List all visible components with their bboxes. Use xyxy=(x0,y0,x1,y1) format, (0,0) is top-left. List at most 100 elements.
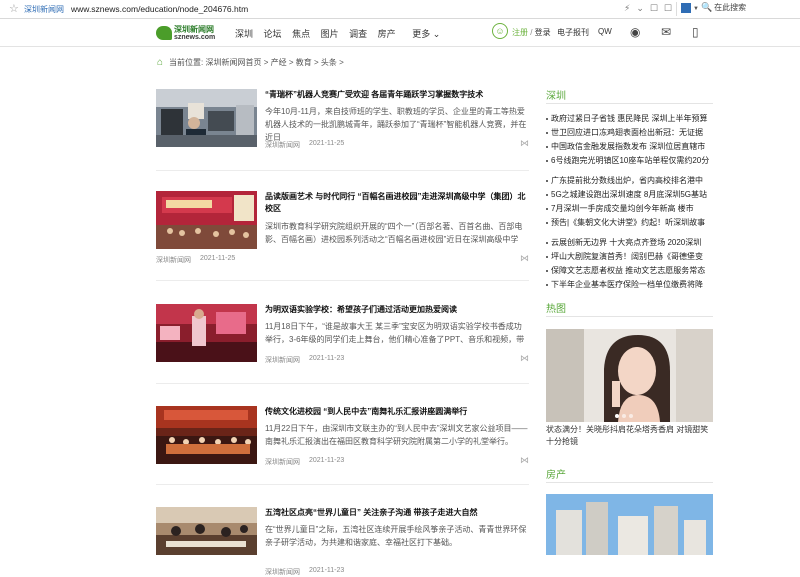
browser-search-box[interactable]: ▼ 🔍 在此搜索 xyxy=(676,2,794,16)
sidebar-shenzhen-header: 深圳 xyxy=(546,86,713,104)
search-engine-icon[interactable] xyxy=(681,3,691,14)
article-thumbnail[interactable] xyxy=(156,191,257,249)
art-exhibition-photo xyxy=(156,191,257,249)
celebrity-photo xyxy=(546,329,713,422)
sidebar-news-item[interactable]: 5G之城建设跑出深圳速度 8月底深圳5G基站 xyxy=(546,188,713,202)
favorite-star-icon[interactable]: ☆ xyxy=(9,3,19,15)
article-item[interactable]: “青瑞杯”机器人竞赛广受欢迎 各届青年踊跃学习掌握数字技术 今年10月-11月，… xyxy=(156,89,529,159)
article-thumbnail[interactable] xyxy=(156,406,257,464)
article-source: 深圳新闻网 xyxy=(265,142,300,149)
sidebar-news-item[interactable]: 广东提前批分数线出炉，省内高校排名港中 xyxy=(546,174,713,188)
chevron-down-icon[interactable]: ▼ xyxy=(693,6,699,12)
carousel-dot[interactable] xyxy=(622,414,626,418)
sidebar-news-item[interactable]: 7月深圳一手房成交量均创今年新高 楼市 xyxy=(546,202,713,216)
article-title[interactable]: 传统文化进校园 “到人民中去”南舞礼乐汇报讲座圆满举行 xyxy=(265,406,529,418)
logo-mark-icon xyxy=(156,26,172,40)
sidebar-hot-header: 热图 xyxy=(546,299,713,317)
article-item[interactable]: 传统文化进校园 “到人民中去”南舞礼乐汇报讲座圆满举行 11月22日下午，由深圳… xyxy=(156,406,529,470)
site-header: 深圳新闻网 sznews.com 深圳 论坛 焦点 图片 调查 房产 更多 ⌄ … xyxy=(0,19,800,47)
article-title[interactable]: 为明双语实验学校：希望孩子们通过活动更加热爱阅读 xyxy=(265,304,529,316)
nav-more-menu[interactable]: 更多 ⌄ xyxy=(412,29,440,39)
carousel-dots[interactable] xyxy=(615,410,636,420)
sidebar-section-title[interactable]: 深圳 xyxy=(546,87,566,102)
nav-item-pictures[interactable]: 图片 xyxy=(321,29,339,39)
url-field[interactable]: www.sznews.com/education/node_204676.htm xyxy=(71,4,248,14)
children-activity-photo xyxy=(156,507,257,555)
share-icon[interactable]: ⋈ xyxy=(520,353,529,364)
article-source: 深圳新闻网 xyxy=(265,459,300,466)
article-item[interactable]: 为明双语实验学校：希望孩子们通过活动更加热爱阅读 11月18日下午，“谁是故事大… xyxy=(156,304,529,370)
sidebar-news-item[interactable]: 政府过紧日子省钱 惠民降民 深圳上半年预算 xyxy=(546,112,713,126)
article-date: 2021-11-23 xyxy=(309,457,345,464)
article-title[interactable]: 品读版画艺术 与时代同行 “百幅名画进校园”走进深圳高级中学（集团）北校区 xyxy=(265,191,529,215)
search-icon[interactable]: 🔍 xyxy=(701,2,712,12)
sidebar-news-item[interactable]: 预告|《集朝文化大讲堂》约起！听深圳故事 xyxy=(546,216,713,230)
site-logo[interactable]: 深圳新闻网 sznews.com xyxy=(156,24,216,44)
divider xyxy=(156,383,529,384)
carousel-dot[interactable] xyxy=(615,414,619,418)
breadcrumb-text[interactable]: 当前位置: 深圳新闻网首页 > 产经 > 教育 > 头条 > xyxy=(169,58,344,67)
article-date: 2021-11-25 xyxy=(200,255,236,262)
share-icon[interactable]: ⋈ xyxy=(520,253,529,264)
performance-photo xyxy=(156,406,257,464)
sidebar-news-list-3: 云展创新无边界 十大亮点齐登场 2020深圳 坪山大剧院复演首秀！阔别巴赫《哥德… xyxy=(546,236,713,292)
share-icon[interactable]: ⋈ xyxy=(520,455,529,466)
hot-photo[interactable] xyxy=(546,329,713,422)
article-summary: 深圳市教育科学研究院组织开展的“四个一”（百部名著、百首名曲、百部电影、百幅名画… xyxy=(265,222,523,244)
nav-item-survey[interactable]: 调查 xyxy=(349,29,367,39)
browser-action-icons[interactable]: ⚡⌄☐☐ xyxy=(624,3,678,14)
user-icon[interactable]: ☺ xyxy=(492,23,508,39)
article-title[interactable]: “青瑞杯”机器人竞赛广受欢迎 各届青年踊跃学习掌握数字技术 xyxy=(265,89,529,101)
sidebar-news-item[interactable]: 世卫回应进口冻鸡翅表面检出新冠：无证据 xyxy=(546,126,713,140)
wechat-icon[interactable]: ✉ xyxy=(661,25,671,39)
divider xyxy=(156,170,529,171)
article-source: 深圳新闻网 xyxy=(265,569,300,576)
article-date: 2021-11-25 xyxy=(309,140,345,147)
article-date: 2021-11-23 xyxy=(309,567,345,574)
sidebar-news-item[interactable]: 下半年企业基本医疗保险一档单位缴费将降 xyxy=(546,278,713,292)
login-separator: / xyxy=(528,28,535,37)
sidebar-news-item[interactable]: 坪山大剧院复演首秀！阔别巴赫《哥德堡变 xyxy=(546,250,713,264)
divider xyxy=(156,484,529,485)
nav-item-property[interactable]: 房产 xyxy=(378,29,396,39)
sidebar-news-list-1: 政府过紧日子省钱 惠民降民 深圳上半年预算 世卫回应进口冻鸡翅表面检出新冠：无证… xyxy=(546,112,713,168)
hot-photo-caption[interactable]: 状态满分！关晓彤抖肩花朵塔秀香肩 对镜甜笑十分抢镜 xyxy=(546,424,713,448)
sidebar-news-item[interactable]: 中国政信金融发展指数发布 深圳位居直辖市 xyxy=(546,140,713,154)
nav-item-shenzhen[interactable]: 深圳 xyxy=(235,29,253,39)
article-thumbnail[interactable] xyxy=(156,304,257,362)
article-thumbnail[interactable] xyxy=(156,507,257,555)
share-icon[interactable]: ⋈ xyxy=(520,138,529,149)
article-date: 2021-11-23 xyxy=(309,355,345,362)
mobile-icon[interactable]: ▯ xyxy=(692,25,699,39)
carousel-dot[interactable] xyxy=(629,414,633,418)
article-title[interactable]: 五湾社区点亮“世界儿童日” 关注亲子沟通 带孩子走进大自然 xyxy=(265,507,529,519)
article-item[interactable]: 品读版画艺术 与时代同行 “百幅名画进校园”走进深圳高级中学（集团）北校区 深圳… xyxy=(156,191,529,266)
search-placeholder: 在此搜索 xyxy=(714,3,747,12)
breadcrumb: ⌂ 当前位置: 深圳新闻网首页 > 产经 > 教育 > 头条 > xyxy=(157,57,344,68)
nav-item-forum[interactable]: 论坛 xyxy=(264,29,282,39)
browser-address-bar: ☆ 深圳新闻网 www.sznews.com/education/node_20… xyxy=(0,0,800,19)
login-link[interactable]: 登录 xyxy=(535,28,551,37)
sidebar-section-title[interactable]: 热图 xyxy=(546,300,566,315)
register-link[interactable]: 注册 xyxy=(512,28,528,37)
nav-item-focus[interactable]: 焦点 xyxy=(292,29,310,39)
article-source: 深圳新闻网 xyxy=(265,357,300,364)
login-links: 注册 / 登录 xyxy=(512,27,551,38)
article-source: 深圳新闻网 xyxy=(156,257,191,264)
site-tag: 深圳新闻网 xyxy=(24,5,64,14)
article-summary: 11月22日下午，由深圳市文联主办的“到人民中去”深圳文艺家公益项目——南舞礼乐… xyxy=(265,424,528,446)
article-item[interactable]: 五湾社区点亮“世界儿童日” 关注亲子沟通 带孩子走进大自然 在“世界儿童日”之际… xyxy=(156,507,529,576)
article-summary: 在“世界儿童日”之际，五湾社区连续开展手绘风筝亲子活动、青青世界环保亲子研学活动… xyxy=(265,525,527,547)
divider xyxy=(156,280,529,281)
logo-text-en: sznews.com xyxy=(174,34,216,41)
epaper-link[interactable]: 电子报刊 xyxy=(557,27,589,38)
sidebar-section-title[interactable]: 房产 xyxy=(546,466,566,481)
qw-link[interactable]: QW xyxy=(598,27,612,36)
sidebar-news-item[interactable]: 6号线跑完光明镇区10座车站单程仅需约20分 xyxy=(546,154,713,168)
property-photo[interactable] xyxy=(546,494,713,555)
sidebar-news-item[interactable]: 保障文艺志愿者权益 推动文艺志愿服务常态 xyxy=(546,264,713,278)
home-icon[interactable]: ⌂ xyxy=(157,57,163,68)
weibo-icon[interactable]: ◉ xyxy=(630,25,640,39)
article-thumbnail[interactable] xyxy=(156,89,257,147)
sidebar-news-item[interactable]: 云展创新无边界 十大亮点齐登场 2020深圳 xyxy=(546,236,713,250)
